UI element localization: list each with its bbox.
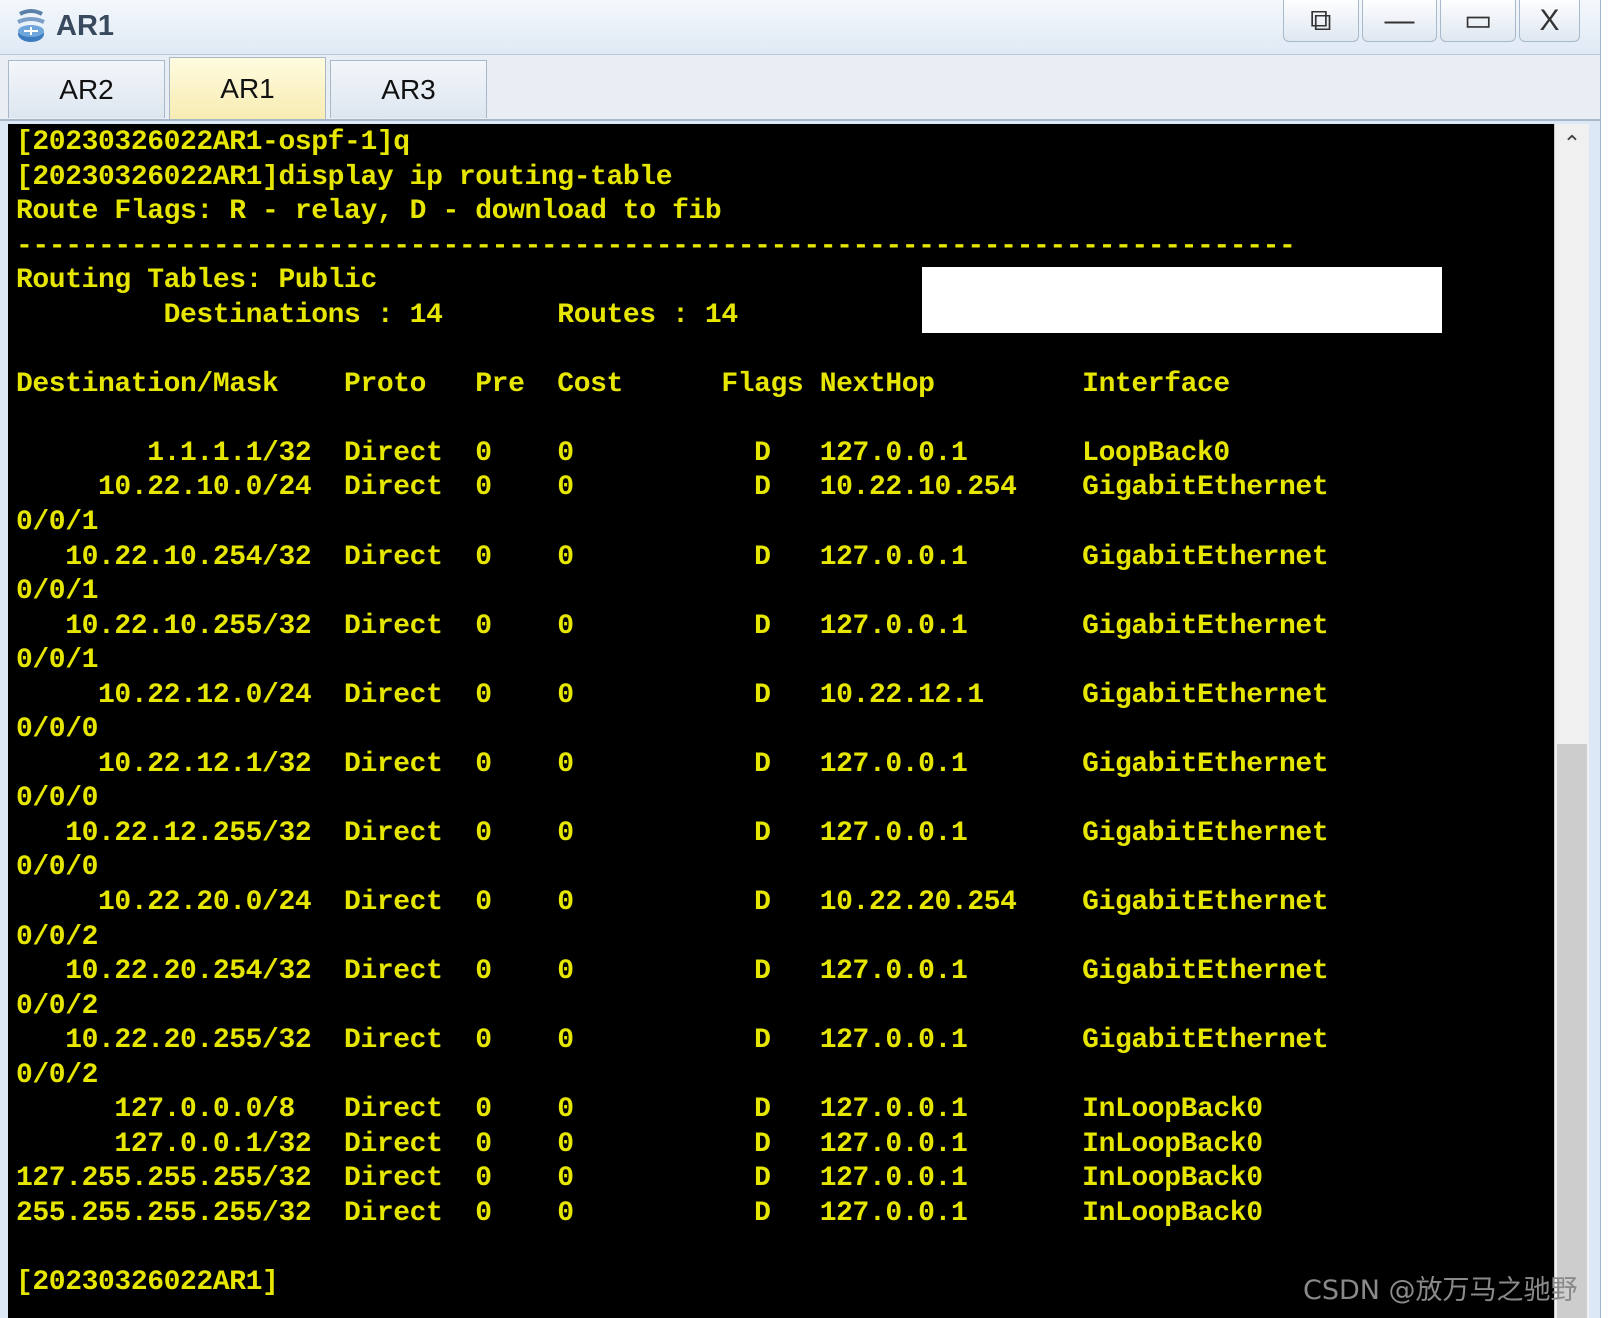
window-title: AR1: [56, 10, 115, 42]
terminal-line: 127.0.0.0/8 Direct 0 0 D 127.0.0.1 InLoo…: [16, 1094, 1263, 1126]
terminal-line: 10.22.12.0/24 Direct 0 0 D 10.22.12.1 Gi…: [16, 679, 1329, 711]
device-tab-bar: AR2 AR1 AR3: [0, 55, 1600, 121]
terminal-line: 10.22.10.254/32 Direct 0 0 D 127.0.0.1 G…: [16, 541, 1329, 573]
scroll-up-arrow-icon[interactable]: ⌃: [1555, 124, 1589, 164]
terminal-line: Destination/Mask Proto Pre Cost Flags Ne…: [16, 368, 1230, 400]
terminal-line: 0/0/0: [16, 783, 99, 815]
minimize-icon: —: [1384, 3, 1415, 37]
tab-label: AR1: [220, 72, 275, 104]
terminal-line: 255.255.255.255/32 Direct 0 0 D 127.0.0.…: [16, 1197, 1263, 1229]
terminal-line: 10.22.10.0/24 Direct 0 0 D 10.22.10.254 …: [16, 472, 1329, 504]
terminal-line: 10.22.12.255/32 Direct 0 0 D 127.0.0.1 G…: [16, 817, 1329, 849]
terminal-line: ----------------------------------------…: [16, 230, 1296, 262]
restore-icon: ⧉: [1310, 3, 1332, 37]
router-app-icon: [17, 9, 45, 42]
redacted-area: [922, 267, 1442, 333]
terminal-line: 0/0/0: [16, 852, 99, 884]
terminal-line: Route Flags: R - relay, D - download to …: [16, 196, 722, 228]
tab-ar3[interactable]: AR3: [330, 60, 487, 118]
terminal-line: 1.1.1.1/32 Direct 0 0 D 127.0.0.1 LoopBa…: [16, 437, 1230, 469]
vertical-scrollbar[interactable]: ⌃: [1554, 124, 1589, 1318]
tab-label: AR3: [381, 73, 436, 105]
device-console-window: AR1 ⧉ — ▭ X AR2 AR1 AR3 [20230326022AR1-…: [0, 0, 1601, 1318]
title-bar[interactable]: AR1 ⧉ — ▭ X: [0, 0, 1600, 55]
terminal-line: 10.22.20.255/32 Direct 0 0 D 127.0.0.1 G…: [16, 1025, 1329, 1057]
terminal-line: 0/0/0: [16, 714, 99, 746]
terminal-line: 10.22.20.0/24 Direct 0 0 D 10.22.20.254 …: [16, 887, 1329, 919]
watermark: CSDN @放万马之驰野: [1303, 1275, 1578, 1306]
terminal-line: [20230326022AR1]: [16, 1267, 279, 1299]
maximize-button[interactable]: ▭: [1440, 0, 1517, 42]
maximize-icon: ▭: [1464, 4, 1493, 37]
close-icon: X: [1539, 3, 1560, 37]
terminal-line: [20230326022AR1]display ip routing-table: [16, 161, 673, 193]
terminal-line: 127.255.255.255/32 Direct 0 0 D 127.0.0.…: [16, 1163, 1263, 1195]
terminal-line: 0/0/1: [16, 645, 99, 677]
terminal-line: 0/0/2: [16, 1059, 99, 1091]
tab-ar2[interactable]: AR2: [8, 60, 165, 118]
terminal-line: 0/0/1: [16, 507, 99, 539]
terminal-line: [20230326022AR1-ospf-1]q: [16, 127, 410, 158]
tab-label: AR2: [59, 73, 114, 105]
terminal-line: 127.0.0.1/32 Direct 0 0 D 127.0.0.1 InLo…: [16, 1128, 1263, 1160]
minimize-button[interactable]: —: [1361, 0, 1438, 42]
terminal-line: 10.22.20.254/32 Direct 0 0 D 127.0.0.1 G…: [16, 956, 1329, 988]
restore-button[interactable]: ⧉: [1283, 0, 1359, 42]
terminal-line: 10.22.10.255/32 Direct 0 0 D 127.0.0.1 G…: [16, 610, 1329, 642]
terminal-line: 10.22.12.1/32 Direct 0 0 D 127.0.0.1 Gig…: [16, 748, 1329, 780]
window-controls: ⧉ — ▭ X: [1283, 0, 1583, 44]
terminal-line: 0/0/2: [16, 990, 99, 1022]
terminal-line: 0/0/2: [16, 921, 99, 953]
terminal-line: 0/0/1: [16, 576, 99, 608]
tab-ar1[interactable]: AR1: [169, 57, 326, 119]
close-button[interactable]: X: [1519, 0, 1581, 42]
scroll-thumb[interactable]: [1557, 744, 1587, 1318]
